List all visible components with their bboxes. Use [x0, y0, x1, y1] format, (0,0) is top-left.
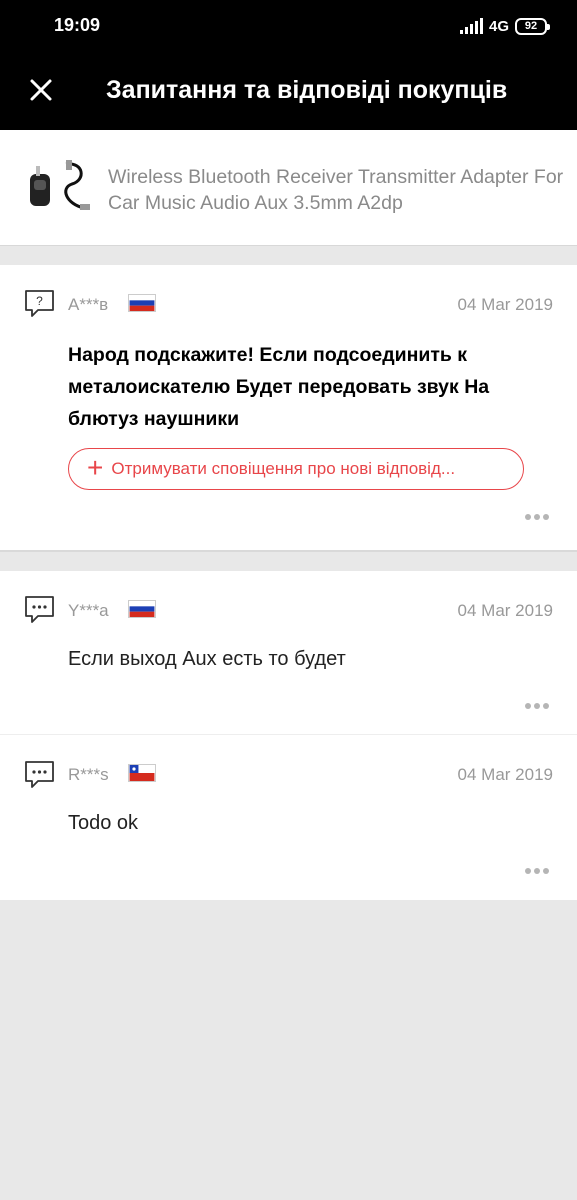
question-card: ? А***в 04 Mar 2019 Народ подскажите! Ес… — [0, 265, 577, 552]
app-bar: Запитання та відповіді покупців — [0, 52, 577, 130]
status-icons: 4G 92 — [459, 15, 550, 37]
page-title: Запитання та відповіді покупців — [106, 76, 508, 104]
status-bar: 19:09 4G 92 — [0, 0, 577, 52]
follow-answers-label: Отримувати сповіщення про нові відповід.… — [111, 459, 456, 478]
svg-text:?: ? — [36, 294, 43, 308]
flag-ru-icon — [128, 294, 156, 312]
status-time: 19:09 — [54, 15, 101, 35]
flag-ru-icon — [128, 600, 156, 618]
question-text: Народ подскажите! Если подсоединить к ме… — [68, 344, 490, 430]
answer-item: R***s 04 Mar 2019 Todo ok — [0, 736, 577, 900]
answer-text: Если выход Aux есть то будет — [68, 648, 346, 670]
close-icon[interactable] — [22, 71, 60, 109]
answer-date: 04 Mar 2019 — [457, 601, 553, 620]
question-user: А***в — [68, 295, 109, 314]
answer-bubble-icon — [25, 761, 54, 788]
product-summary[interactable]: Wireless Bluetooth Receiver Transmitter … — [0, 130, 577, 246]
follow-answers-button[interactable]: + Отримувати сповіщення про нові відпові… — [68, 448, 524, 490]
product-title: Wireless Bluetooth Receiver Transmitter … — [108, 166, 564, 214]
plus-icon: + — [87, 452, 104, 483]
network-type: 4G — [488, 17, 509, 35]
flag-cl-icon — [128, 764, 156, 782]
question-bubble-icon: ? — [25, 290, 54, 317]
product-thumbnail — [30, 160, 90, 210]
more-options-icon[interactable] — [525, 514, 549, 520]
answer-user: R***s — [68, 765, 109, 784]
answers-card: Y***a 04 Mar 2019 Если выход Aux есть то… — [0, 571, 577, 900]
question-date: 04 Mar 2019 — [457, 295, 553, 314]
answer-item: Y***a 04 Mar 2019 Если выход Aux есть то… — [0, 571, 577, 735]
answer-user: Y***a — [68, 601, 109, 620]
answer-date: 04 Mar 2019 — [457, 765, 553, 784]
more-options-icon[interactable] — [525, 868, 549, 874]
battery-icon: 92 — [515, 17, 550, 35]
signal-icon — [459, 18, 483, 34]
more-options-icon[interactable] — [525, 703, 549, 709]
answer-bubble-icon — [25, 596, 54, 623]
battery-level: 92 — [524, 20, 538, 32]
answer-text: Todo ok — [68, 812, 139, 834]
